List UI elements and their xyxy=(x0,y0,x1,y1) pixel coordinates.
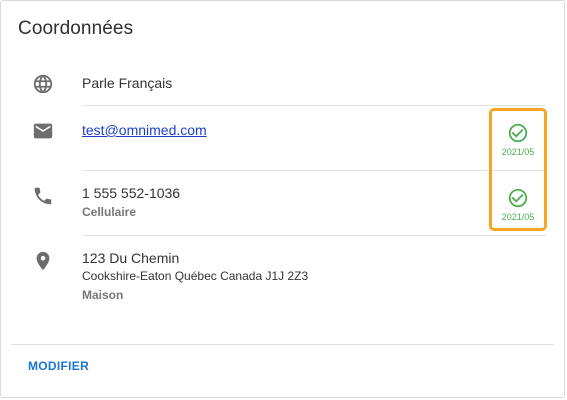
check-circle-icon xyxy=(492,122,544,144)
address-city-line: Cookshire-Eaton Québec Canada J1J 2Z3 xyxy=(82,269,309,283)
phone-verified-date: 2021/05 xyxy=(501,212,535,222)
divider xyxy=(82,170,546,171)
email-icon xyxy=(32,120,54,142)
email-verified-date: 2021/05 xyxy=(501,147,535,157)
email-verified-badge: 2021/05 xyxy=(492,122,544,157)
location-pin-icon xyxy=(32,250,54,272)
card-title: Coordonnées xyxy=(18,18,134,39)
phone-verified-badge: 2021/05 xyxy=(492,187,544,222)
check-circle-icon xyxy=(492,187,544,209)
phone-icon xyxy=(32,185,54,207)
phone-number: 1 555 552-1036 xyxy=(82,185,181,201)
divider xyxy=(82,105,546,106)
language-text: Parle Français xyxy=(82,75,173,91)
address-type: Maison xyxy=(82,288,124,302)
email-link[interactable]: test@omnimed.com xyxy=(82,122,207,138)
footer-divider xyxy=(11,344,554,345)
contact-card: Coordonnées Parle Français test@omnimed.… xyxy=(0,0,565,398)
verification-highlight: 2021/05 2021/05 xyxy=(489,108,547,231)
globe-icon xyxy=(32,73,54,95)
phone-type: Cellulaire xyxy=(82,205,137,219)
modify-button[interactable]: MODIFIER xyxy=(28,359,89,373)
address-street: 123 Du Chemin xyxy=(82,250,180,266)
divider xyxy=(82,235,546,236)
